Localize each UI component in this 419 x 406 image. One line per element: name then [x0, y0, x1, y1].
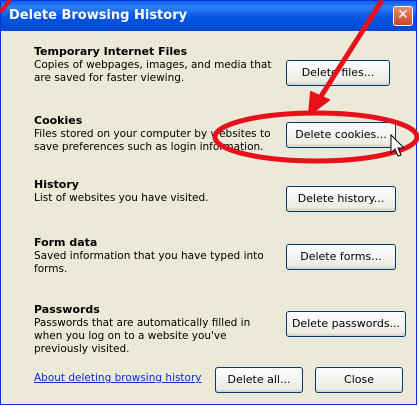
close-button[interactable]: Close: [315, 367, 403, 393]
delete-passwords-button[interactable]: Delete passwords...: [286, 311, 406, 337]
section-history: History List of websites you have visite…: [34, 178, 274, 205]
section-heading: Temporary Internet Files: [34, 45, 188, 58]
delete-cookies-button[interactable]: Delete cookies...: [286, 122, 396, 148]
section-description: Saved information that you have typed in…: [34, 250, 264, 275]
window-close-button[interactable]: ✕: [393, 6, 413, 26]
section-temporary-internet-files: Temporary Internet Files Copies of webpa…: [34, 45, 274, 85]
title-bar: Delete Browsing History ✕: [1, 1, 416, 31]
delete-files-button[interactable]: Delete files...: [286, 60, 390, 86]
window-title: Delete Browsing History: [9, 8, 188, 23]
delete-forms-button[interactable]: Delete forms...: [286, 244, 396, 270]
section-description: Copies of webpages, images, and media th…: [34, 59, 272, 84]
delete-browsing-history-dialog: Delete Browsing History ✕ Temporary Inte…: [0, 0, 417, 405]
delete-all-button[interactable]: Delete all...: [215, 367, 303, 393]
section-heading: Passwords: [34, 303, 100, 316]
section-passwords: Passwords Passwords that are automatical…: [34, 303, 278, 356]
section-cookies: Cookies Files stored on your computer by…: [34, 114, 276, 154]
about-browsing-history-link[interactable]: About deleting browsing history: [34, 372, 202, 384]
delete-history-button[interactable]: Delete history...: [286, 186, 396, 212]
section-description: Passwords that are automatically filled …: [34, 317, 251, 355]
section-heading: Form data: [34, 236, 98, 249]
section-heading: History: [34, 178, 79, 191]
section-heading: Cookies: [34, 114, 83, 127]
section-description: List of websites you have visited.: [34, 192, 209, 204]
section-form-data: Form data Saved information that you hav…: [34, 236, 274, 276]
section-description: Files stored on your computer by website…: [34, 128, 271, 153]
